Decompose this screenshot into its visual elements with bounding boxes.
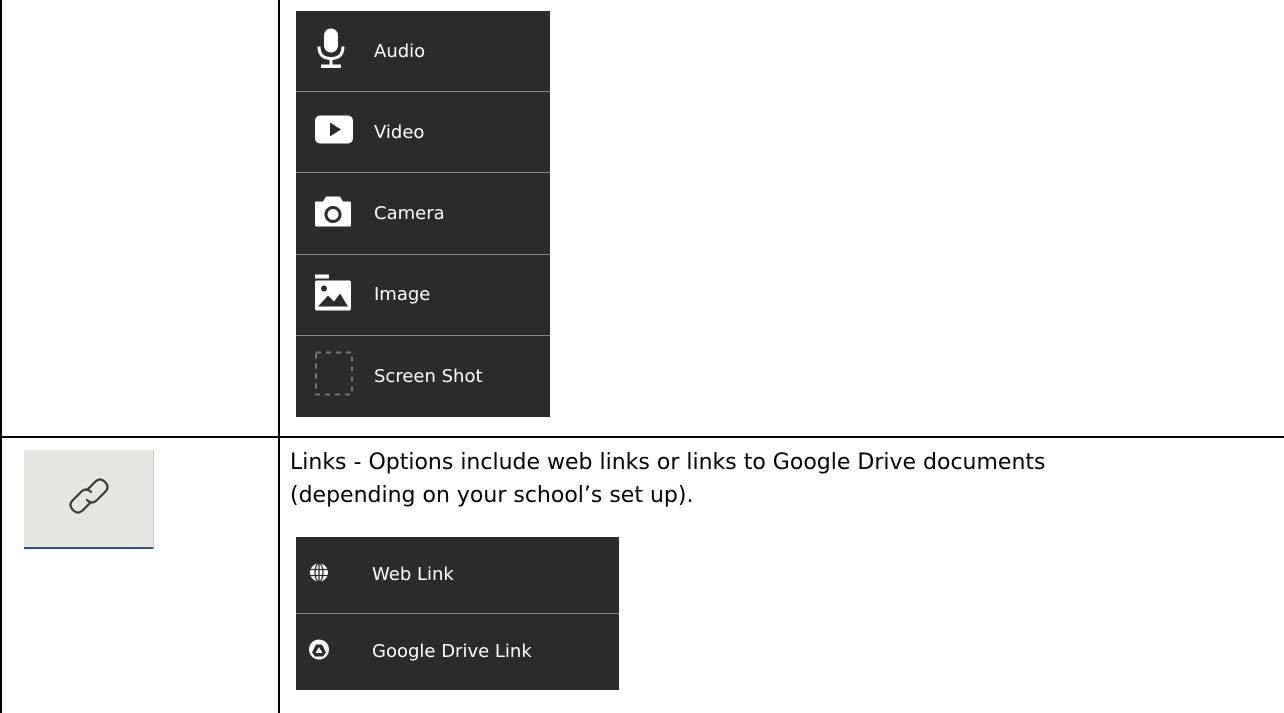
video-label: Video: [374, 121, 425, 143]
globe-icon: [308, 561, 330, 588]
google-drive-icon: [308, 638, 330, 665]
web-link-menu-item[interactable]: Web Link: [296, 537, 619, 614]
microphone-icon: [314, 27, 348, 76]
audio-menu-item[interactable]: Audio: [296, 11, 550, 93]
table-row-divider: [0, 436, 1284, 438]
links-description-line2: (depending on your school’s set up).: [290, 483, 694, 508]
link-toolbar-button[interactable]: [24, 450, 154, 549]
media-options-menu: Audio Video Camera Image Screen Shot: [296, 11, 550, 417]
video-menu-item[interactable]: Video: [296, 92, 550, 174]
link-icon: [65, 472, 113, 525]
camera-icon: [314, 194, 352, 233]
play-icon: [314, 115, 354, 150]
image-label: Image: [374, 284, 431, 306]
links-description-line1: Links - Options include web links or lin…: [290, 450, 1046, 475]
google-drive-link-menu-item[interactable]: Google Drive Link: [296, 614, 619, 691]
web-link-label: Web Link: [372, 564, 454, 586]
document-table: Audio Video Camera Image Screen Shot Lin…: [0, 0, 1284, 713]
screenshot-label: Screen Shot: [374, 365, 483, 387]
screenshot-menu-item[interactable]: Screen Shot: [296, 336, 550, 417]
links-description: Links - Options include web links or lin…: [290, 446, 1270, 512]
google-drive-link-label: Google Drive Link: [372, 641, 532, 663]
image-icon: [314, 273, 352, 316]
screenshot-icon: [314, 351, 354, 402]
audio-label: Audio: [374, 40, 426, 62]
link-options-menu: Web Link Google Drive Link: [296, 537, 619, 690]
image-menu-item[interactable]: Image: [296, 255, 550, 336]
camera-label: Camera: [374, 202, 445, 224]
table-left-border: [0, 0, 2, 713]
camera-menu-item[interactable]: Camera: [296, 173, 550, 255]
table-column-divider: [278, 0, 280, 713]
